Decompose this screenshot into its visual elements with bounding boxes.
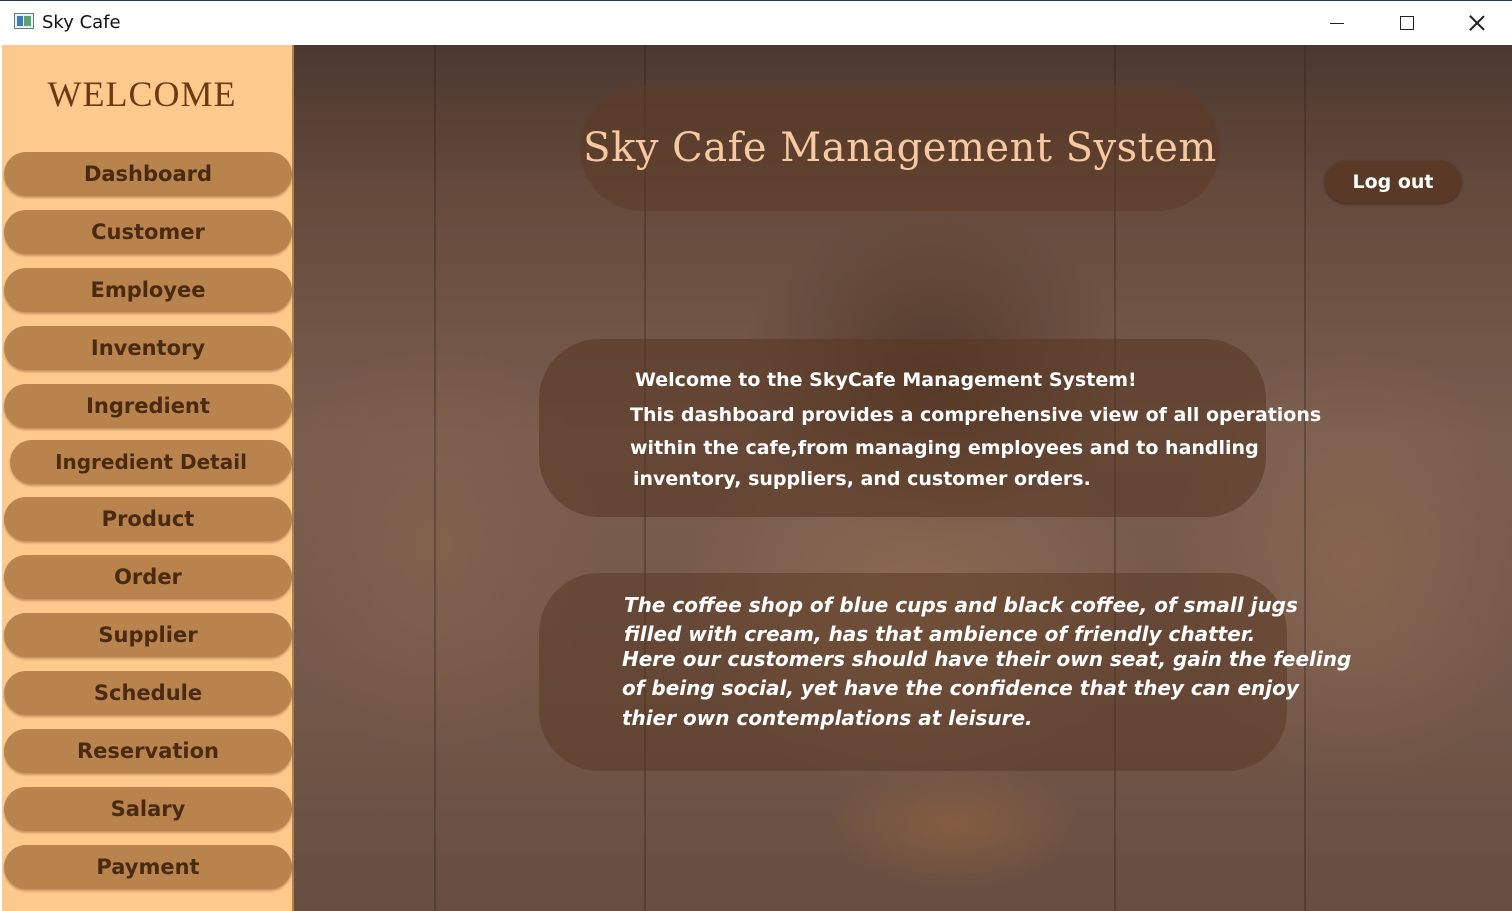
sidebar-item-dashboard[interactable]: Dashboard <box>4 152 292 196</box>
sidebar-item-customer[interactable]: Customer <box>4 210 292 254</box>
sidebar-item-supplier[interactable]: Supplier <box>4 613 292 657</box>
window-titlebar: Sky Cafe <box>0 0 1512 44</box>
sidebar-item-ingredient-detail[interactable]: Ingredient Detail <box>10 440 292 484</box>
main-content: Sky Cafe Management System Log out Welco… <box>294 45 1512 911</box>
welcome-text-line: inventory, suppliers, and customer order… <box>633 468 1091 490</box>
title-panel: Sky Cafe Management System <box>580 85 1220 211</box>
logout-button[interactable]: Log out <box>1325 161 1461 203</box>
close-button[interactable] <box>1442 1 1512 45</box>
sidebar-item-salary[interactable]: Salary <box>4 787 292 831</box>
app-icon <box>14 13 34 29</box>
sidebar-item-reservation[interactable]: Reservation <box>4 729 292 773</box>
quote-text-line: The coffee shop of blue cups and black c… <box>624 593 1298 617</box>
sidebar: WELCOME Dashboard Customer Employee Inve… <box>2 45 294 911</box>
sidebar-item-ingredient[interactable]: Ingredient <box>4 384 292 428</box>
sidebar-item-inventory[interactable]: Inventory <box>4 326 292 370</box>
window-title: Sky Cafe <box>42 12 121 33</box>
quote-panel: The coffee shop of blue cups and black c… <box>539 573 1351 771</box>
welcome-heading: Welcome to the SkyCafe Management System… <box>635 369 1137 391</box>
welcome-panel: Welcome to the SkyCafe Management System… <box>539 339 1321 517</box>
quote-text-line: Here our customers should have their own… <box>622 647 1352 671</box>
quote-text-line: thier own contemplations at leisure. <box>622 706 1033 730</box>
sidebar-item-employee[interactable]: Employee <box>4 268 292 312</box>
maximize-button[interactable] <box>1372 1 1442 45</box>
sidebar-item-payment[interactable]: Payment <box>4 845 292 889</box>
sidebar-heading: WELCOME <box>47 74 237 114</box>
sidebar-item-product[interactable]: Product <box>4 497 292 541</box>
minimize-button[interactable] <box>1302 1 1372 45</box>
welcome-text-line: within the cafe,from managing employees … <box>630 437 1259 459</box>
page-title: Sky Cafe Management System <box>583 125 1217 171</box>
close-icon <box>1469 15 1485 31</box>
maximize-icon <box>1400 16 1414 30</box>
welcome-text-line: This dashboard provides a comprehensive … <box>630 404 1322 426</box>
quote-text-line: of being social, yet have the confidence… <box>622 676 1299 700</box>
quote-text-line: filled with cream, has that ambience of … <box>624 622 1256 646</box>
minimize-icon <box>1330 22 1344 24</box>
sidebar-item-order[interactable]: Order <box>4 555 292 599</box>
sidebar-item-schedule[interactable]: Schedule <box>4 671 292 715</box>
